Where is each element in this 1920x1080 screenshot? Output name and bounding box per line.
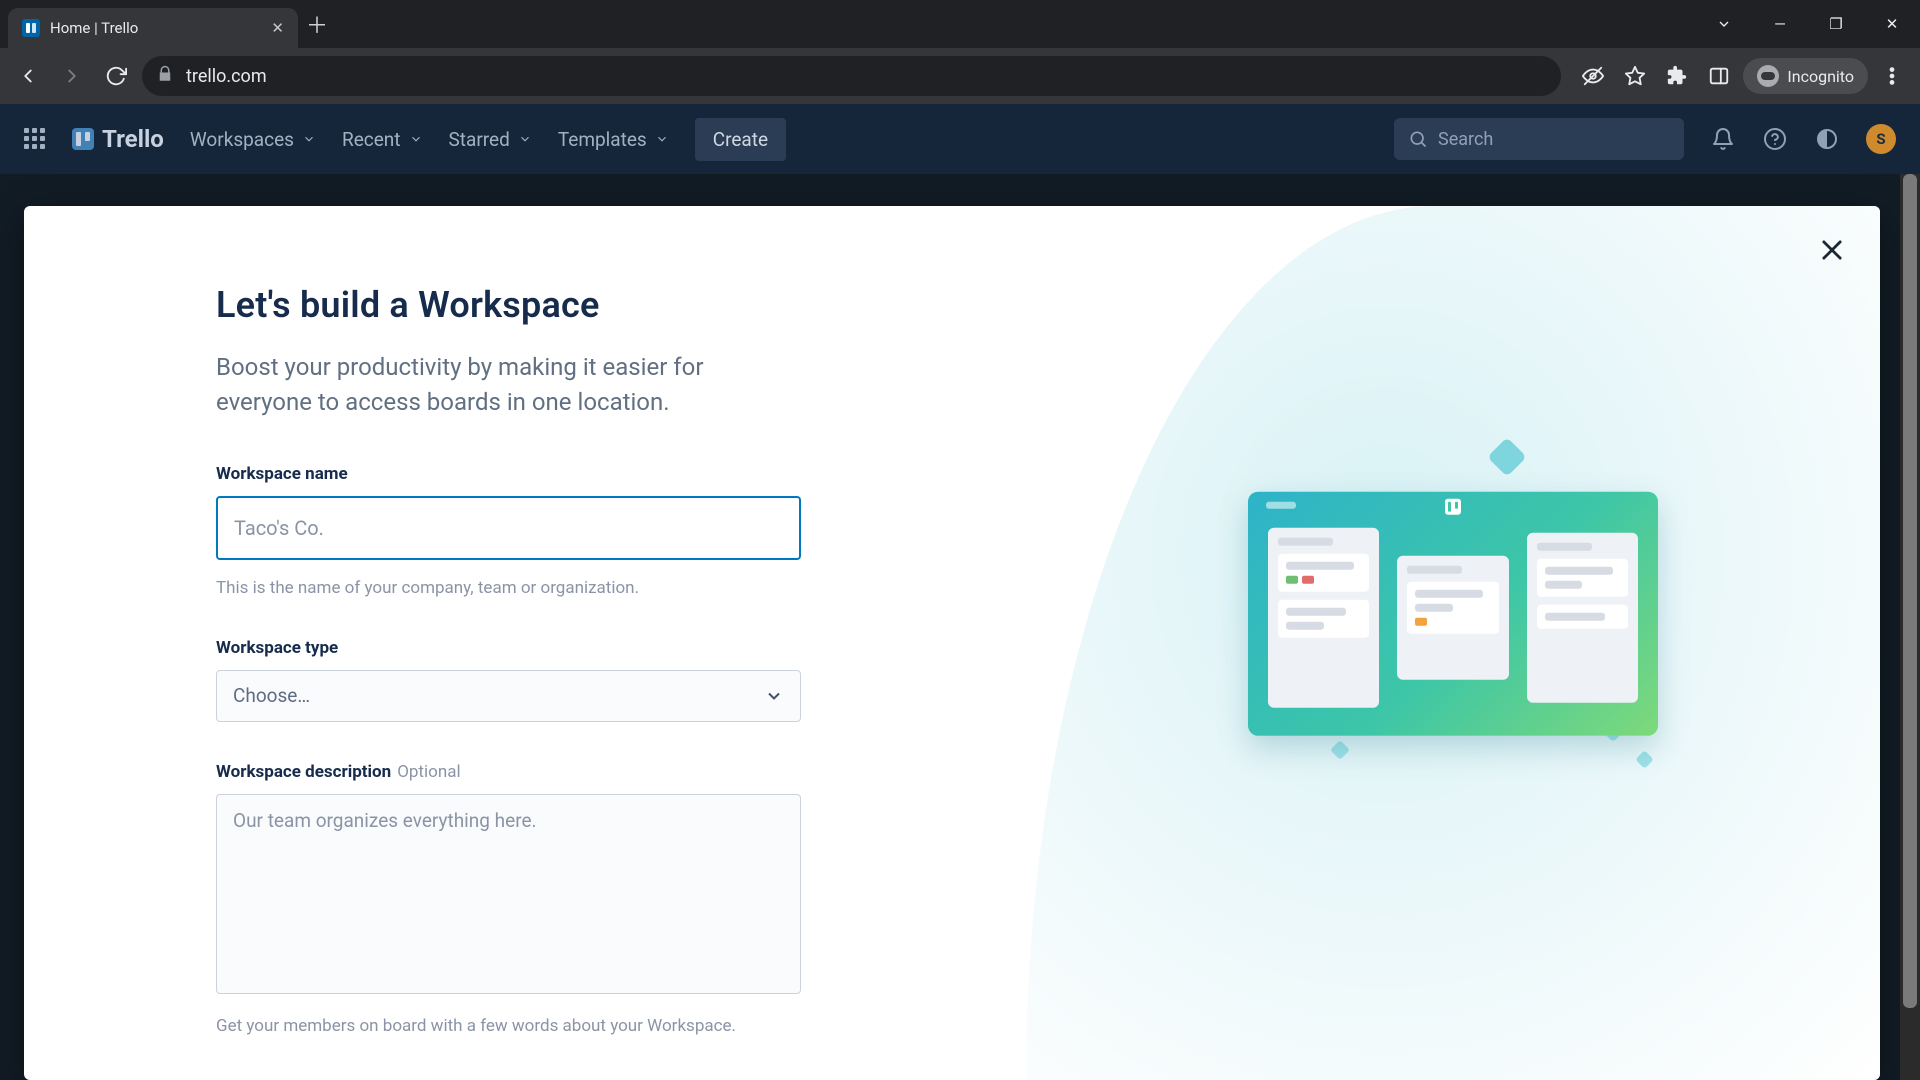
- sparkle-icon: [1635, 750, 1653, 768]
- browser-tab-active[interactable]: Home | Trello ✕: [8, 8, 298, 48]
- create-button[interactable]: Create: [695, 118, 786, 161]
- window-maximize-button[interactable]: ❐: [1808, 4, 1864, 44]
- window-minimize-button[interactable]: ―: [1752, 4, 1808, 44]
- menu-starred-label: Starred: [449, 128, 510, 151]
- workspace-description-optional: Optional: [397, 762, 460, 782]
- app-switcher-icon[interactable]: [24, 128, 46, 150]
- trello-logo-icon: [72, 128, 94, 150]
- search-input[interactable]: Search: [1394, 118, 1684, 160]
- modal-title: Let's build a Workspace: [216, 284, 896, 326]
- address-bar[interactable]: trello.com: [142, 56, 1561, 96]
- extensions-icon[interactable]: [1659, 58, 1695, 94]
- workspace-description-label: Workspace description Optional: [216, 762, 896, 782]
- chevron-down-icon: [764, 686, 784, 706]
- menu-workspaces[interactable]: Workspaces: [190, 128, 316, 151]
- menu-starred[interactable]: Starred: [449, 128, 532, 151]
- menu-recent[interactable]: Recent: [342, 128, 423, 151]
- sparkle-icon: [1487, 437, 1527, 477]
- workspace-description-helper: Get your members on board with a few wor…: [216, 1016, 896, 1036]
- nav-back-button[interactable]: [10, 58, 46, 94]
- nav-forward-button[interactable]: [54, 58, 90, 94]
- eye-blocked-icon[interactable]: [1575, 58, 1611, 94]
- browser-menu-icon[interactable]: [1874, 58, 1910, 94]
- tab-search-button[interactable]: [1696, 4, 1752, 44]
- browser-toolbar: trello.com Incognito: [0, 48, 1920, 104]
- lock-icon: [156, 65, 174, 88]
- search-placeholder: Search: [1438, 129, 1493, 150]
- workspace-type-select[interactable]: Choose…: [216, 670, 801, 722]
- trello-logo-icon: [1445, 499, 1461, 515]
- sparkle-icon: [1330, 740, 1350, 760]
- modal-form: Let's build a Workspace Boost your produ…: [24, 206, 1026, 1080]
- trello-logo-text: Trello: [102, 125, 164, 153]
- workspace-name-label: Workspace name: [216, 464, 896, 484]
- incognito-badge[interactable]: Incognito: [1743, 58, 1868, 94]
- trello-header: Trello Workspaces Recent Starred Templat…: [0, 104, 1920, 174]
- workspace-type-label: Workspace type: [216, 638, 896, 658]
- create-workspace-modal: Let's build a Workspace Boost your produ…: [24, 206, 1880, 1080]
- scrollbar-thumb[interactable]: [1903, 174, 1917, 1008]
- theme-icon[interactable]: [1814, 126, 1840, 152]
- window-controls: ― ❐ ✕: [1696, 0, 1920, 48]
- menu-templates[interactable]: Templates: [558, 128, 669, 151]
- workspace-description-label-text: Workspace description: [216, 762, 391, 782]
- avatar-initial: S: [1876, 130, 1885, 148]
- workspace-description-input[interactable]: [216, 794, 801, 994]
- workspace-name-helper: This is the name of your company, team o…: [216, 578, 896, 598]
- modal-close-button[interactable]: [1818, 236, 1846, 268]
- trello-logo[interactable]: Trello: [72, 125, 164, 153]
- incognito-icon: [1757, 65, 1779, 87]
- trello-favicon: [22, 19, 40, 37]
- new-tab-button[interactable]: ＋: [298, 8, 336, 40]
- board-illustration: [1248, 492, 1658, 736]
- page-scrollbar[interactable]: [1900, 174, 1920, 1080]
- help-icon[interactable]: [1762, 126, 1788, 152]
- tab-title: Home | Trello: [50, 19, 261, 37]
- tab-close-icon[interactable]: ✕: [271, 19, 284, 37]
- workspace-type-selected: Choose…: [233, 684, 310, 707]
- notifications-icon[interactable]: [1710, 126, 1736, 152]
- bookmark-star-icon[interactable]: [1617, 58, 1653, 94]
- modal-subtitle: Boost your productivity by making it eas…: [216, 350, 776, 420]
- address-url: trello.com: [186, 66, 267, 87]
- side-panel-icon[interactable]: [1701, 58, 1737, 94]
- window-close-button[interactable]: ✕: [1864, 4, 1920, 44]
- browser-titlebar: Home | Trello ✕ ＋ ― ❐ ✕: [0, 0, 1920, 48]
- modal-illustration-panel: [1026, 206, 1880, 1080]
- menu-templates-label: Templates: [558, 128, 647, 151]
- menu-workspaces-label: Workspaces: [190, 128, 294, 151]
- app-body: Let's build a Workspace Boost your produ…: [0, 174, 1920, 1080]
- create-button-label: Create: [713, 128, 768, 151]
- search-icon: [1408, 129, 1428, 149]
- menu-recent-label: Recent: [342, 128, 401, 151]
- nav-reload-button[interactable]: [98, 58, 134, 94]
- incognito-label: Incognito: [1787, 67, 1854, 86]
- account-avatar[interactable]: S: [1866, 124, 1896, 154]
- close-icon: [1818, 236, 1846, 264]
- browser-tabs: Home | Trello ✕ ＋: [8, 0, 336, 48]
- workspace-name-input[interactable]: [216, 496, 801, 560]
